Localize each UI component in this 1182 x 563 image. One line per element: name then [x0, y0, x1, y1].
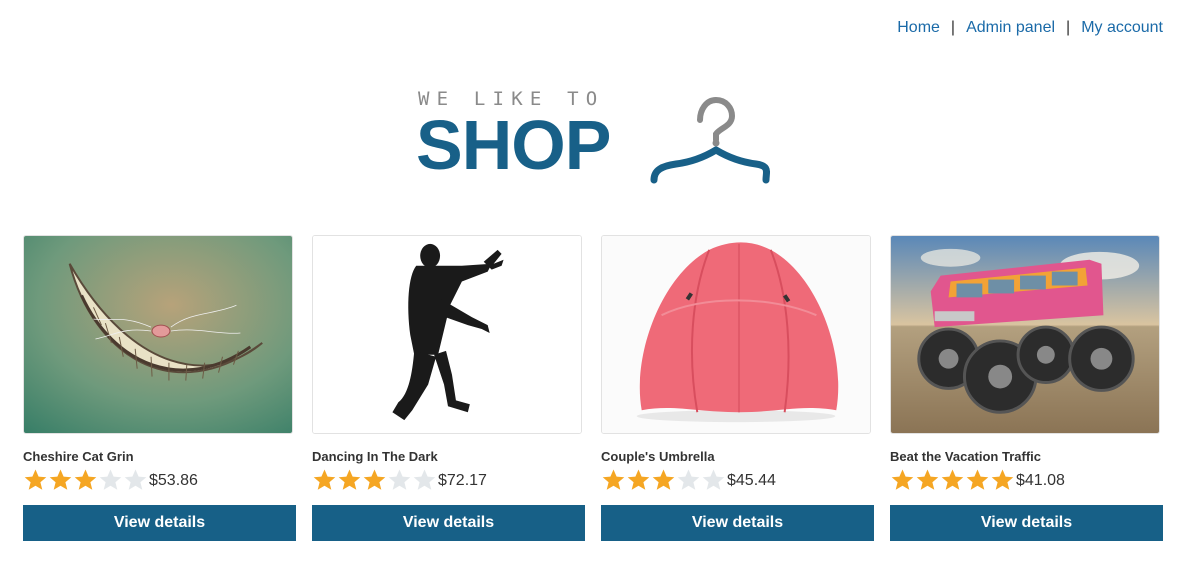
- star-rating: [312, 468, 437, 492]
- nav-separator: |: [950, 19, 956, 36]
- cheshire-cat-grin-image: [24, 236, 292, 433]
- product-card: Dancing In The Dark $72.17 View details: [312, 235, 585, 541]
- star-filled-icon: [991, 469, 1014, 490]
- product-price: $53.86: [149, 472, 198, 489]
- star-filled-icon: [627, 469, 650, 490]
- product-rating-row: $45.44: [601, 467, 874, 493]
- view-details-button[interactable]: View details: [23, 505, 296, 541]
- star-empty-icon: [124, 469, 147, 490]
- product-rating-row: $72.17: [312, 467, 585, 493]
- star-filled-icon: [602, 469, 625, 490]
- hanger-icon: [650, 96, 771, 184]
- view-details-button[interactable]: View details: [312, 505, 585, 541]
- red-umbrella-image: [602, 236, 870, 433]
- nav-separator: |: [1066, 19, 1071, 36]
- product-image-link[interactable]: [601, 235, 871, 434]
- product-price: $45.44: [727, 472, 776, 489]
- star-filled-icon: [313, 469, 336, 490]
- star-filled-icon: [363, 469, 386, 490]
- product-name: Couple's Umbrella: [601, 449, 715, 464]
- star-rating: [601, 468, 726, 492]
- monster-van-image: [891, 236, 1159, 433]
- product-name: Cheshire Cat Grin: [23, 449, 134, 464]
- product-image-link[interactable]: [890, 235, 1160, 434]
- logo-brand: SHOP: [416, 106, 611, 184]
- star-filled-icon: [652, 469, 675, 490]
- star-filled-icon: [916, 469, 939, 490]
- shop-logo: WE LIKE TO SHOP: [416, 86, 772, 190]
- product-price: $41.08: [1016, 472, 1065, 489]
- view-details-button[interactable]: View details: [601, 505, 874, 541]
- star-filled-icon: [24, 469, 47, 490]
- home-link[interactable]: Home: [897, 19, 940, 37]
- my-account-link[interactable]: My account: [1081, 19, 1163, 37]
- view-details-button[interactable]: View details: [890, 505, 1163, 541]
- star-empty-icon: [702, 469, 725, 490]
- star-empty-icon: [413, 469, 436, 490]
- product-grid: Cheshire Cat Grin $53.86 View details Da…: [23, 235, 1163, 541]
- star-filled-icon: [74, 469, 97, 490]
- product-name: Dancing In The Dark: [312, 449, 438, 464]
- dancing-silhouette-image: [313, 236, 581, 433]
- product-card: Beat the Vacation Traffic $41.08 View de…: [890, 235, 1163, 541]
- star-empty-icon: [677, 469, 700, 490]
- product-image-link[interactable]: [312, 235, 582, 434]
- top-navigation: Home | Admin panel | My account: [897, 19, 1163, 37]
- star-filled-icon: [49, 469, 72, 490]
- star-filled-icon: [338, 469, 361, 490]
- star-empty-icon: [388, 469, 411, 490]
- product-image-link[interactable]: [23, 235, 293, 434]
- product-card: Cheshire Cat Grin $53.86 View details: [23, 235, 296, 541]
- product-price: $72.17: [438, 472, 487, 489]
- product-card: Couple's Umbrella $45.44 View details: [601, 235, 874, 541]
- star-filled-icon: [966, 469, 989, 490]
- product-name: Beat the Vacation Traffic: [890, 449, 1041, 464]
- star-rating: [23, 468, 148, 492]
- product-rating-row: $41.08: [890, 467, 1163, 493]
- star-filled-icon: [891, 469, 914, 490]
- star-filled-icon: [941, 469, 964, 490]
- product-rating-row: $53.86: [23, 467, 296, 493]
- star-empty-icon: [99, 469, 122, 490]
- shop-page: Home | Admin panel | My account WE LIKE …: [0, 0, 1182, 563]
- star-rating: [890, 468, 1015, 492]
- admin-panel-link[interactable]: Admin panel: [966, 19, 1055, 37]
